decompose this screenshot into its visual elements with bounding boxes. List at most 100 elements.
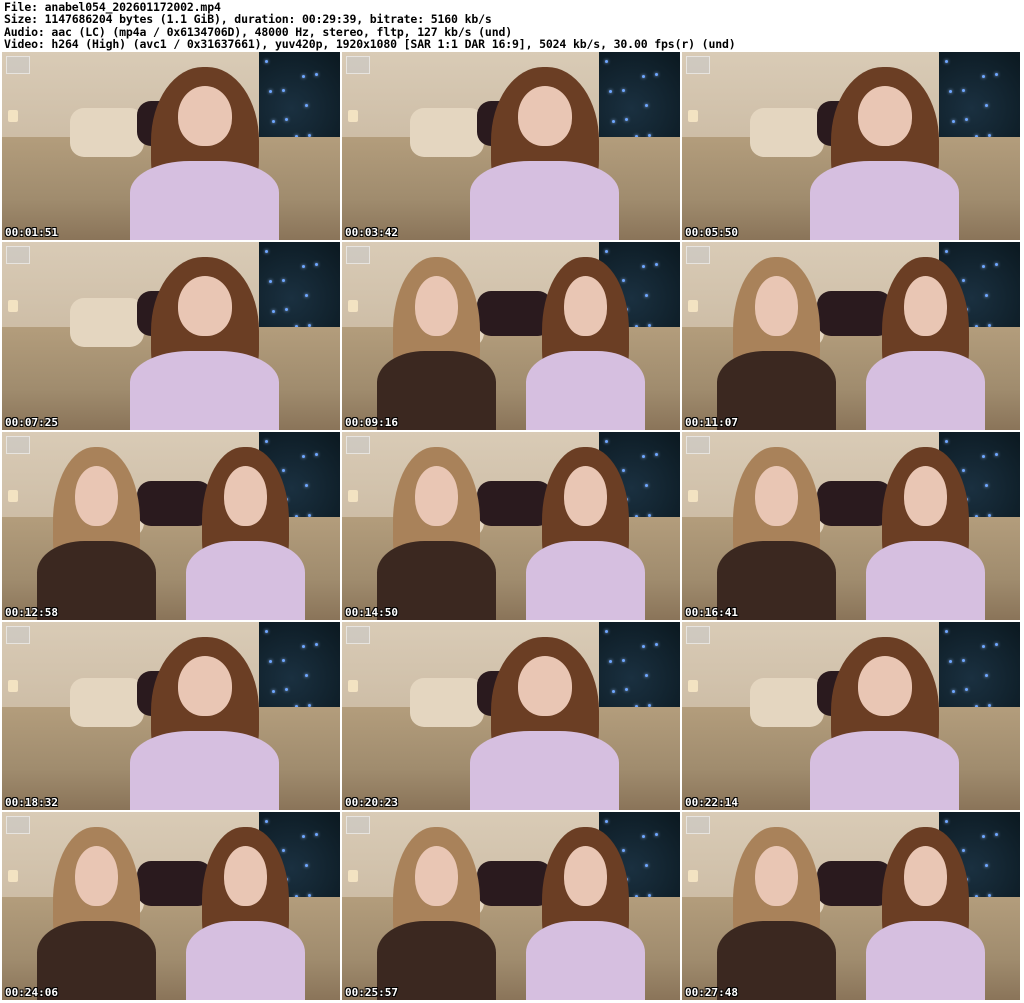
thumbnail-scene xyxy=(342,242,680,430)
lamp xyxy=(348,490,358,502)
person-lavender-sweater xyxy=(120,622,289,810)
tree-light xyxy=(994,73,998,77)
thumbnail-scene xyxy=(682,242,1020,430)
tree-light xyxy=(994,453,998,457)
face xyxy=(74,845,119,906)
person-brown-top xyxy=(369,812,504,1000)
thumbnail-scene xyxy=(2,432,340,620)
face xyxy=(223,845,267,906)
person-lavender-sweater xyxy=(518,242,653,430)
thumbnail-scene xyxy=(682,52,1020,240)
video-thumbnail[interactable]: 00:22:14 xyxy=(682,622,1020,810)
video-thumbnail[interactable]: 00:27:48 xyxy=(682,812,1020,1000)
thumbnail-scene xyxy=(2,52,340,240)
tree-light xyxy=(654,263,658,267)
tree-light xyxy=(314,73,318,77)
torso xyxy=(865,921,985,1000)
face xyxy=(857,655,912,716)
lamp xyxy=(8,300,18,312)
tree-light xyxy=(654,453,658,457)
torso xyxy=(865,541,985,620)
person-lavender-sweater xyxy=(120,52,289,240)
video-thumbnail[interactable]: 00:18:32 xyxy=(2,622,340,810)
person-lavender-sweater xyxy=(858,432,993,620)
video-thumbnail[interactable]: 00:03:42 xyxy=(342,52,680,240)
video-thumbnail[interactable]: 00:05:50 xyxy=(682,52,1020,240)
stream-overlay-icon xyxy=(6,626,30,644)
thumbnail-timestamp: 00:25:57 xyxy=(345,986,398,999)
face xyxy=(414,465,459,526)
thumbnail-timestamp: 00:20:23 xyxy=(345,796,398,809)
tree-light xyxy=(301,264,305,268)
lamp xyxy=(688,490,698,502)
face xyxy=(223,465,267,526)
tree-light xyxy=(301,644,305,648)
lamp xyxy=(348,110,358,122)
lamp xyxy=(8,870,18,882)
face xyxy=(74,465,119,526)
video-thumbnail[interactable]: 00:25:57 xyxy=(342,812,680,1000)
video-thumbnail[interactable]: 00:12:58 xyxy=(2,432,340,620)
stream-overlay-icon xyxy=(686,246,710,264)
video-thumbnail[interactable]: 00:16:41 xyxy=(682,432,1020,620)
thumbnail-timestamp: 00:18:32 xyxy=(5,796,58,809)
thumbnail-scene xyxy=(682,622,1020,810)
torso xyxy=(525,541,645,620)
video-thumbnail[interactable]: 00:14:50 xyxy=(342,432,680,620)
person-lavender-sweater xyxy=(178,432,313,620)
thumbnail-timestamp: 00:22:14 xyxy=(685,796,738,809)
stream-overlay-icon xyxy=(686,816,710,834)
lamp xyxy=(348,680,358,692)
tree-light xyxy=(645,674,649,678)
tree-light xyxy=(994,833,998,837)
video-thumbnail[interactable]: 00:11:07 xyxy=(682,242,1020,430)
person-lavender-sweater xyxy=(800,622,969,810)
person-lavender-sweater xyxy=(178,812,313,1000)
stream-overlay-icon xyxy=(346,626,370,644)
person-brown-top xyxy=(709,432,844,620)
stream-overlay-icon xyxy=(346,246,370,264)
tree-light xyxy=(654,833,658,837)
face xyxy=(754,275,799,336)
face xyxy=(563,845,607,906)
face xyxy=(414,275,459,336)
stream-overlay-icon xyxy=(346,816,370,834)
video-thumbnail[interactable]: 00:09:16 xyxy=(342,242,680,430)
stream-overlay-icon xyxy=(346,436,370,454)
stream-overlay-icon xyxy=(686,436,710,454)
torso xyxy=(470,731,620,810)
face xyxy=(903,845,947,906)
thumbnail-timestamp: 00:16:41 xyxy=(685,606,738,619)
thumbnail-scene xyxy=(2,242,340,430)
torso xyxy=(525,351,645,430)
torso xyxy=(130,731,280,810)
face xyxy=(903,465,947,526)
thumbnail-scene xyxy=(682,812,1020,1000)
tree-light xyxy=(654,643,658,647)
face xyxy=(903,275,947,336)
face xyxy=(177,655,232,716)
torso xyxy=(185,921,305,1000)
tree-light xyxy=(645,104,649,108)
thumbnail-grid: 00:01:51 00:03:42 00:05:50 00:07:25 00:09:16… xyxy=(0,52,1024,1003)
video-thumbnail[interactable]: 00:20:23 xyxy=(342,622,680,810)
stream-overlay-icon xyxy=(6,246,30,264)
person-brown-top xyxy=(369,432,504,620)
torso xyxy=(865,351,985,430)
stream-overlay-icon xyxy=(6,436,30,454)
thumbnail-timestamp: 00:05:50 xyxy=(685,226,738,239)
person-brown-top xyxy=(709,242,844,430)
video-thumbnail[interactable]: 00:24:06 xyxy=(2,812,340,1000)
thumbnail-scene xyxy=(2,622,340,810)
video-info-line: Video: h264 (High) (avc1 / 0x31637661), … xyxy=(4,37,736,52)
video-thumbnail[interactable]: 00:01:51 xyxy=(2,52,340,240)
lamp xyxy=(8,110,18,122)
stream-overlay-icon xyxy=(6,56,30,74)
face xyxy=(517,655,572,716)
lamp xyxy=(348,870,358,882)
person-lavender-sweater xyxy=(460,52,629,240)
video-thumbnail[interactable]: 00:07:25 xyxy=(2,242,340,430)
face xyxy=(517,85,572,146)
torso xyxy=(185,541,305,620)
tree-light xyxy=(314,643,318,647)
